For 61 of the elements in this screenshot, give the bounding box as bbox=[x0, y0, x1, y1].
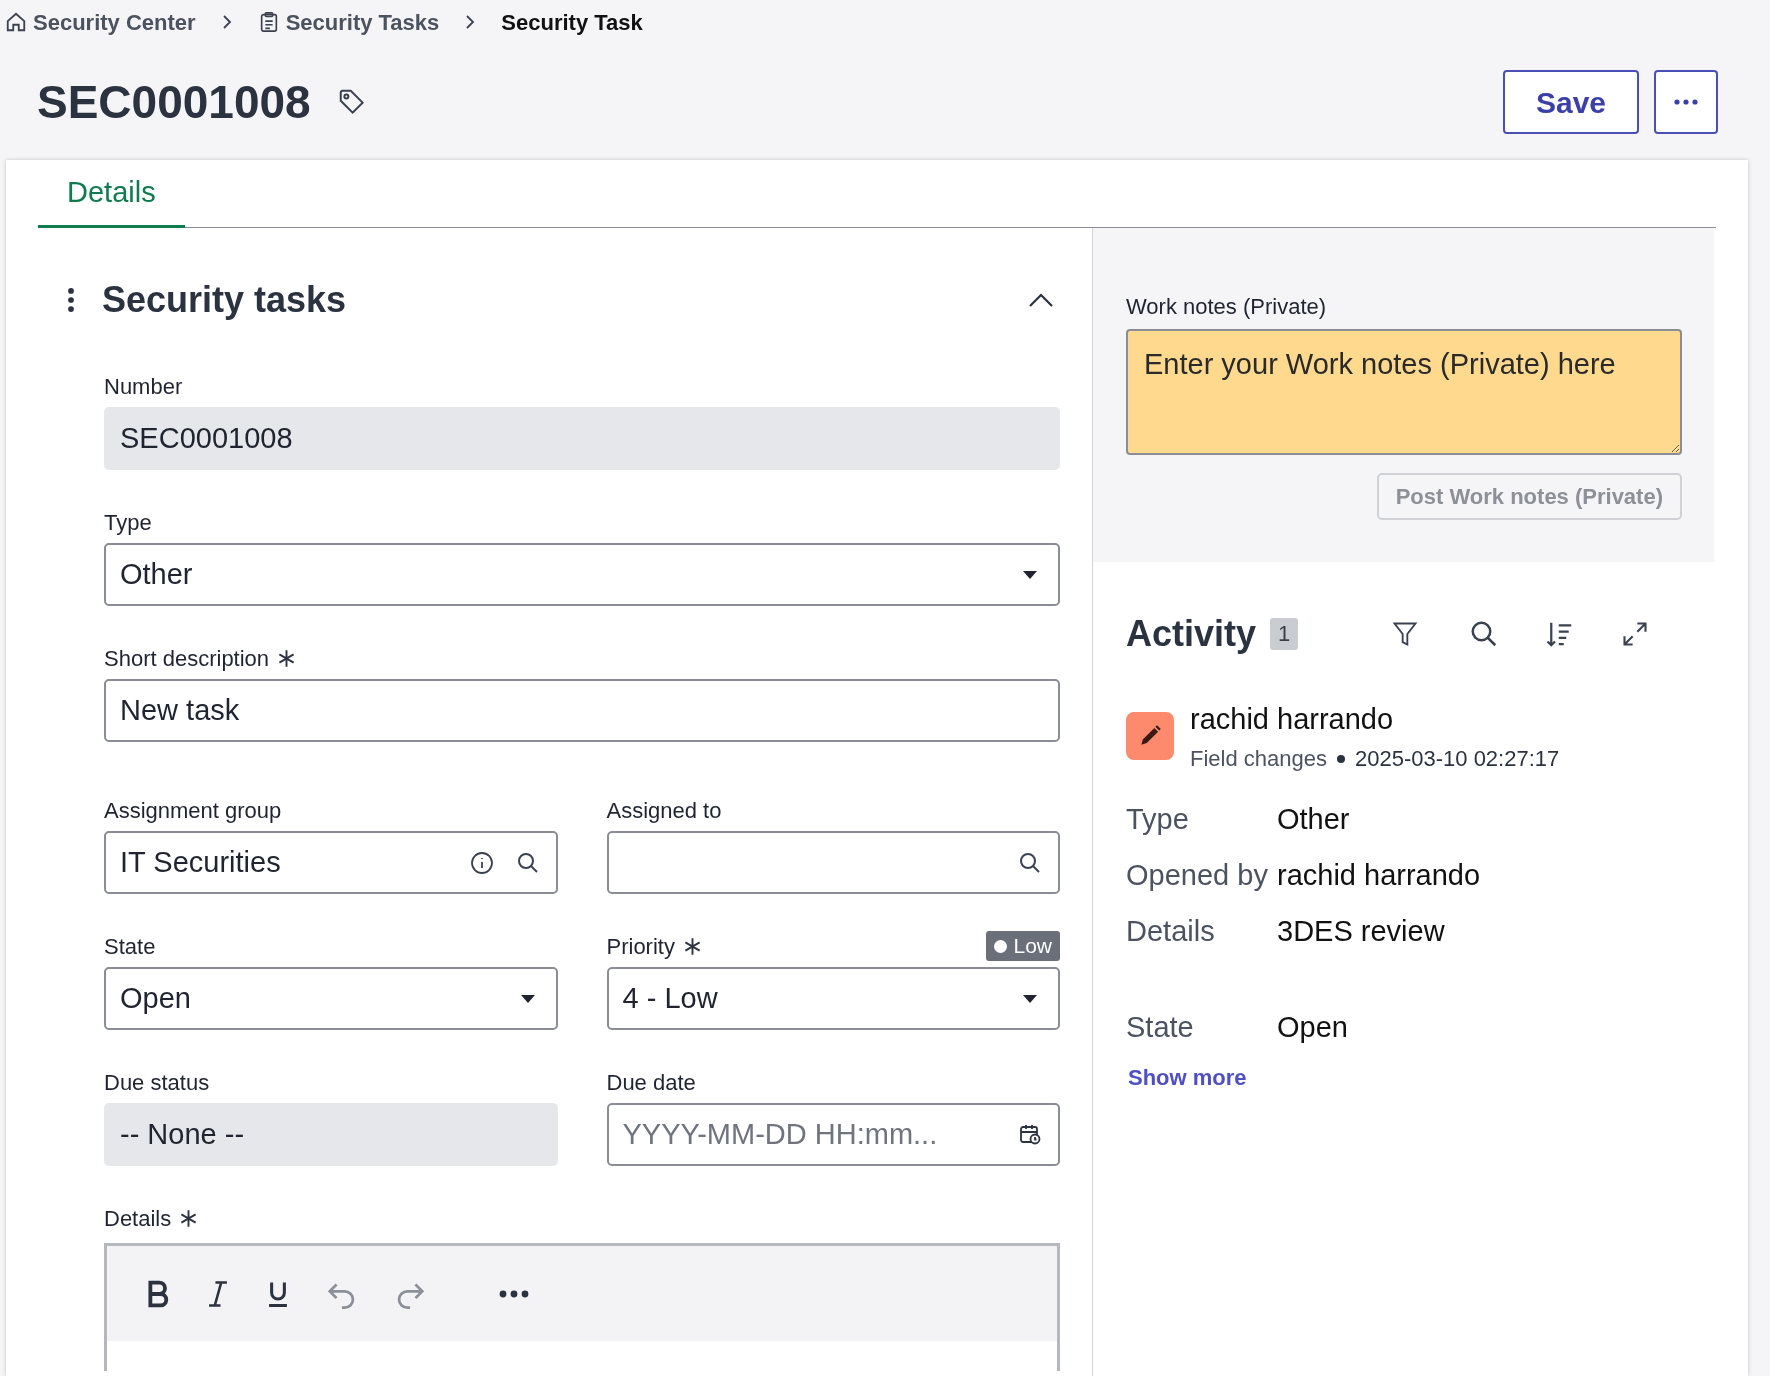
home-icon bbox=[5, 11, 27, 33]
count-badge: 1 bbox=[1270, 618, 1299, 650]
change-label: State bbox=[1126, 1010, 1195, 1045]
breadcrumb-link[interactable]: Security Tasks bbox=[285, 5, 440, 39]
change-value: rachid harrando bbox=[1277, 858, 1481, 893]
field-label: Short description bbox=[104, 644, 270, 673]
timestamp: 2025-03-10 02:27:17 bbox=[1355, 745, 1560, 773]
calendar-icon[interactable] bbox=[1018, 1122, 1042, 1146]
field-label: Priority bbox=[606, 932, 675, 961]
save-button[interactable]: Save bbox=[1503, 70, 1639, 134]
caret-icon bbox=[1022, 993, 1038, 1004]
input-field[interactable] bbox=[606, 831, 1060, 894]
breadcrumb-current: Security Task bbox=[501, 8, 643, 37]
details-tab[interactable]: Details bbox=[38, 160, 185, 228]
change-label: Details bbox=[1126, 914, 1216, 949]
select-field[interactable]: Open bbox=[104, 967, 558, 1030]
breadcrumb-link[interactable]: Security Center bbox=[33, 5, 196, 39]
caret-icon bbox=[1022, 569, 1038, 580]
priority-badge: Low bbox=[986, 931, 1060, 961]
field-label: Due date bbox=[606, 1068, 696, 1097]
show-more-link[interactable]: Show more bbox=[1128, 1061, 1247, 1094]
author-name: rachid harrando bbox=[1190, 702, 1395, 737]
field-label: Work notes (Private) bbox=[1126, 293, 1328, 321]
readonly-field: -- None -- bbox=[104, 1103, 558, 1166]
bullet-icon bbox=[1337, 754, 1345, 763]
search-icon[interactable] bbox=[515, 851, 540, 875]
activity-title: Activity bbox=[1126, 612, 1257, 656]
field-label: Details bbox=[104, 1204, 172, 1233]
change-label: Type bbox=[1126, 802, 1190, 837]
change-label: Opened by bbox=[1126, 858, 1269, 893]
field-label: Assignment group bbox=[104, 796, 282, 825]
field-label: Number bbox=[104, 372, 183, 401]
input-field[interactable]: New task bbox=[104, 679, 1060, 742]
input-field[interactable]: IT Securities bbox=[104, 831, 558, 894]
collapse-chevron-icon[interactable] bbox=[1028, 292, 1054, 308]
caret-icon bbox=[519, 993, 536, 1004]
search-icon[interactable] bbox=[1469, 619, 1499, 649]
chevron-right-icon bbox=[221, 14, 232, 30]
field-label: Due status bbox=[104, 1068, 210, 1097]
bold-icon[interactable] bbox=[145, 1279, 171, 1308]
field-label: Assigned to bbox=[606, 796, 722, 825]
change-value: Open bbox=[1277, 1010, 1348, 1045]
readonly-field: SEC0001008 bbox=[104, 407, 1060, 470]
expand-icon[interactable] bbox=[1621, 620, 1649, 648]
page-title: SEC0001008 bbox=[37, 74, 311, 130]
change-value: 3DES review bbox=[1277, 914, 1445, 949]
more-button[interactable] bbox=[1654, 70, 1718, 134]
search-icon[interactable] bbox=[1018, 851, 1042, 875]
section-title: Security tasks bbox=[102, 278, 347, 322]
activity-type: Field changes bbox=[1190, 745, 1327, 773]
select-field[interactable]: 4 - Low bbox=[606, 967, 1060, 1030]
chevron-right-icon bbox=[465, 14, 476, 30]
field-label: State bbox=[104, 932, 156, 961]
info-icon[interactable] bbox=[469, 851, 494, 875]
field-label: Type bbox=[104, 508, 152, 537]
more-icon bbox=[1674, 99, 1698, 105]
select-field[interactable]: Other bbox=[104, 543, 1060, 606]
date-field[interactable]: YYYY-MM-DD HH:mm... bbox=[606, 1103, 1060, 1166]
more-icon[interactable] bbox=[499, 1289, 529, 1298]
change-value: Other bbox=[1277, 802, 1350, 837]
kebab-icon[interactable] bbox=[66, 287, 76, 313]
